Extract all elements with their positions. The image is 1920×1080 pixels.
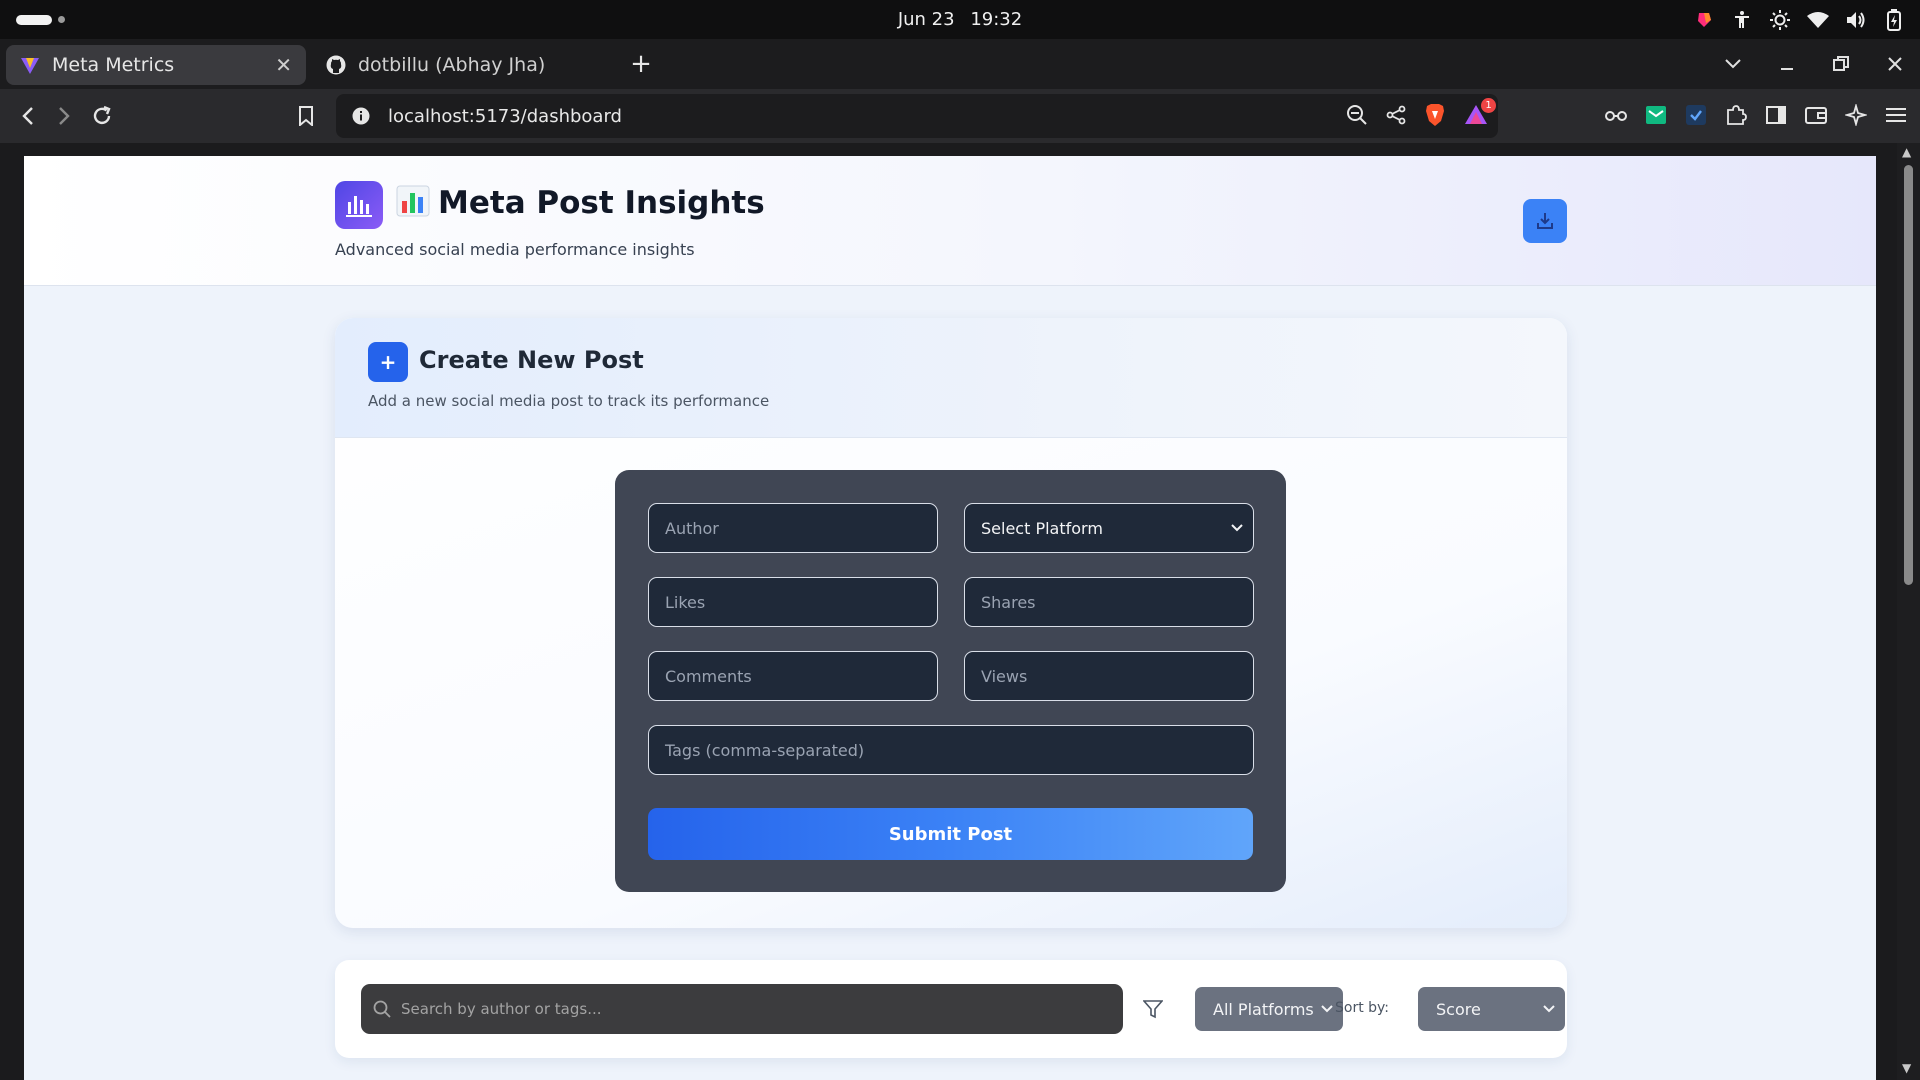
- chevron-down-icon: [1543, 1005, 1555, 1013]
- platform-select-value: Select Platform: [981, 518, 1103, 538]
- page-viewport: Meta Post Insights Advanced social media…: [24, 156, 1876, 1080]
- wifi-icon[interactable]: [1806, 8, 1830, 32]
- new-tab-button[interactable]: +: [626, 49, 656, 79]
- create-post-description: Add a new social media post to track its…: [368, 392, 770, 410]
- views-placeholder: Views: [981, 666, 1028, 686]
- mail-extension-icon[interactable]: [1644, 103, 1668, 127]
- tags-input[interactable]: Tags (comma-separated): [648, 725, 1254, 775]
- brave-shields-icon[interactable]: [1424, 103, 1446, 131]
- scroll-up-arrow-icon[interactable]: ▲: [1902, 145, 1911, 159]
- scroll-down-arrow-icon[interactable]: ▼: [1902, 1061, 1911, 1075]
- extensions-puzzle-icon[interactable]: [1724, 103, 1748, 127]
- bar-chart-emoji-icon: [396, 185, 430, 225]
- address-bar-actions: 1: [1346, 98, 1496, 131]
- minimize-icon[interactable]: [1776, 53, 1798, 75]
- sidebar-toggle-icon[interactable]: [1764, 103, 1788, 127]
- extensions-row: [1604, 103, 1908, 127]
- shares-placeholder: Shares: [981, 592, 1036, 612]
- checkmark-extension-icon[interactable]: [1684, 103, 1708, 127]
- system-tray: [1692, 8, 1906, 32]
- browser-toolbar: localhost:5173/dashboard 1: [0, 89, 1920, 143]
- filter-bar: Search by author or tags... All Platform…: [335, 960, 1567, 1058]
- tab-list-chevron-icon[interactable]: [1722, 53, 1744, 75]
- platform-select[interactable]: Select Platform: [964, 503, 1254, 553]
- address-bar[interactable]: localhost:5173/dashboard 1: [336, 94, 1498, 138]
- reader-glasses-icon[interactable]: [1604, 103, 1628, 127]
- author-placeholder: Author: [665, 518, 719, 538]
- page-title: Meta Post Insights: [396, 185, 765, 225]
- page-scrollbar[interactable]: ▲ ▼: [1897, 143, 1920, 1080]
- battery-icon[interactable]: [1882, 8, 1906, 32]
- window-controls: [1722, 53, 1906, 75]
- tags-placeholder: Tags (comma-separated): [665, 740, 865, 760]
- plus-icon: +: [368, 342, 408, 382]
- search-input[interactable]: Search by author or tags...: [361, 984, 1123, 1034]
- app-header: Meta Post Insights Advanced social media…: [24, 156, 1876, 286]
- menu-hamburger-icon[interactable]: [1884, 103, 1908, 127]
- create-post-card: + Create New Post Add a new social media…: [335, 318, 1567, 928]
- close-tab-icon[interactable]: ✕: [275, 53, 292, 77]
- comments-placeholder: Comments: [665, 666, 752, 686]
- scrollbar-thumb[interactable]: [1904, 165, 1913, 585]
- create-post-title: Create New Post: [419, 346, 644, 374]
- create-post-header: + Create New Post Add a new social media…: [335, 318, 1567, 438]
- download-icon: [1537, 213, 1553, 229]
- submit-post-button[interactable]: Submit Post: [648, 808, 1253, 860]
- create-post-form: Author Select Platform Likes Shares Comm…: [615, 470, 1286, 892]
- tab-title: dotbillu (Abhay Jha): [358, 54, 546, 76]
- browser-tab-strip: Meta Metrics ✕ dotbillu (Abhay Jha) +: [0, 39, 1920, 89]
- tab-title: Meta Metrics: [52, 54, 175, 76]
- comments-input[interactable]: Comments: [648, 651, 938, 701]
- clock-time: 19:32: [970, 9, 1023, 30]
- close-window-icon[interactable]: [1884, 53, 1906, 75]
- chevron-down-icon: [1321, 1005, 1333, 1013]
- wallet-icon[interactable]: [1804, 103, 1828, 127]
- author-input[interactable]: Author: [648, 503, 938, 553]
- site-info-icon[interactable]: [352, 107, 370, 125]
- logo-bar-chart-icon: [335, 181, 383, 229]
- forward-icon[interactable]: [50, 102, 78, 130]
- filter-funnel-icon: [1141, 997, 1165, 1021]
- likes-placeholder: Likes: [665, 592, 706, 612]
- github-icon: [326, 55, 346, 75]
- accessibility-icon[interactable]: [1730, 8, 1754, 32]
- shares-input[interactable]: Shares: [964, 577, 1254, 627]
- volume-icon[interactable]: [1844, 8, 1868, 32]
- page-title-text: Meta Post Insights: [438, 185, 765, 221]
- page-subtitle: Advanced social media performance insigh…: [335, 240, 695, 259]
- os-top-bar: Jun 23 19:32: [0, 0, 1920, 39]
- reload-icon[interactable]: [88, 102, 116, 130]
- brave-rewards-icon[interactable]: 1: [1464, 98, 1496, 130]
- views-input[interactable]: Views: [964, 651, 1254, 701]
- system-clock[interactable]: Jun 23 19:32: [0, 9, 1920, 30]
- bookmark-icon[interactable]: [292, 102, 320, 130]
- maximize-icon[interactable]: [1830, 53, 1852, 75]
- color-picker-icon[interactable]: [1692, 8, 1716, 32]
- platform-filter-select[interactable]: All Platforms: [1195, 987, 1343, 1031]
- export-download-button[interactable]: [1523, 199, 1567, 243]
- search-placeholder: Search by author or tags...: [401, 1000, 602, 1018]
- chevron-down-icon: [1231, 524, 1243, 532]
- platform-filter-value: All Platforms: [1213, 999, 1314, 1019]
- share-icon[interactable]: [1386, 105, 1406, 129]
- rewards-badge: 1: [1481, 98, 1496, 113]
- tab-meta-metrics[interactable]: Meta Metrics ✕: [6, 45, 306, 85]
- clock-date: Jun 23: [897, 9, 955, 30]
- url-text[interactable]: localhost:5173/dashboard: [388, 106, 622, 127]
- vite-icon: [21, 58, 39, 74]
- leo-ai-sparkle-icon[interactable]: [1844, 103, 1868, 127]
- search-icon: [373, 1000, 391, 1018]
- brightness-icon[interactable]: [1768, 8, 1792, 32]
- likes-input[interactable]: Likes: [648, 577, 938, 627]
- sort-by-label: Sort by:: [1335, 1000, 1390, 1016]
- sort-select-value: Score: [1436, 999, 1481, 1019]
- sort-select[interactable]: Score: [1418, 987, 1565, 1031]
- tab-github-profile[interactable]: dotbillu (Abhay Jha): [312, 45, 618, 85]
- zoom-out-icon[interactable]: [1346, 104, 1368, 130]
- back-icon[interactable]: [14, 102, 42, 130]
